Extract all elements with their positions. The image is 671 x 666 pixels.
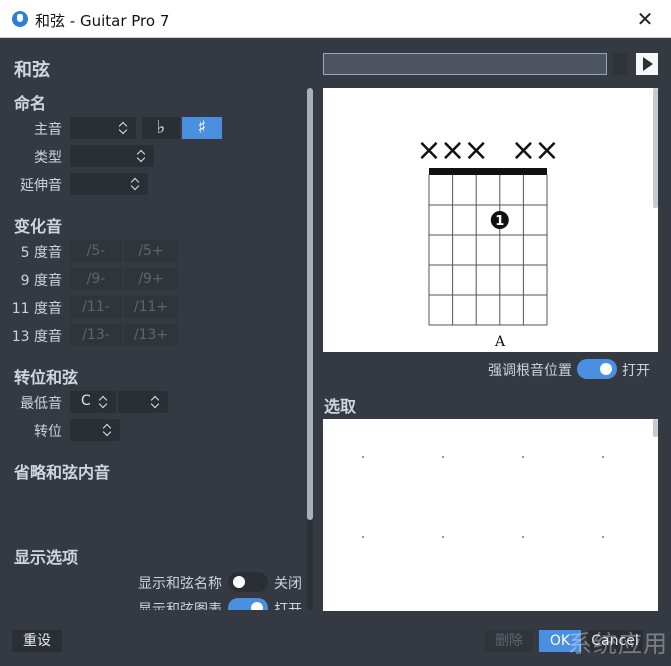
reset-button[interactable]: 重设 xyxy=(12,630,62,652)
emphasize-root-label: 强调根音位置 xyxy=(488,363,572,379)
left-scrollbar-thumb[interactable] xyxy=(307,88,313,520)
show-chord-name-toggle[interactable] xyxy=(228,572,268,592)
alteration-11-plus-button[interactable]: /11+ xyxy=(124,296,178,318)
alteration-5-minus-button[interactable]: /5- xyxy=(70,240,122,262)
muted-string-mark: × xyxy=(464,133,489,168)
grid-dot xyxy=(522,536,524,538)
updown-arrow-icon xyxy=(118,121,128,135)
chord-diagram-panel: × × × × × 1 A xyxy=(323,88,658,352)
show-chord-diagram-label: 显示和弦图表 xyxy=(138,602,222,610)
diagram-scrollbar-thumb[interactable] xyxy=(653,88,658,208)
title-bar: 和弦 - Guitar Pro 7 ✕ xyxy=(0,0,671,38)
muted-string-mark: × xyxy=(440,133,465,168)
updown-arrow-icon xyxy=(98,395,108,409)
guitar-pro-logo-icon xyxy=(12,11,28,27)
omit-section-title: 省略和弦内音 xyxy=(14,463,111,482)
show-chord-diagram-state: 打开 xyxy=(274,602,302,610)
window-title: 和弦 - Guitar Pro 7 xyxy=(35,12,170,30)
chord-dialog: 和弦 命名 主音 ♭ ♯ 类型 延伸音 变化音 5 度音 /5- /5+ 9 度… xyxy=(0,38,671,666)
grid-dot xyxy=(602,456,604,458)
sharp-button[interactable]: ♯ xyxy=(182,117,222,139)
toggle-knob xyxy=(233,576,245,588)
string-marks: ××× ×× xyxy=(416,133,559,168)
finger-marker: 1 xyxy=(490,211,509,229)
alteration-label-5: 5 度音 xyxy=(20,245,62,261)
delete-button[interactable]: 删除 xyxy=(485,630,533,652)
bass-note-select[interactable]: C xyxy=(70,391,116,413)
extension-select[interactable] xyxy=(70,173,148,195)
bass-label: 最低音 xyxy=(20,396,62,412)
root-select[interactable] xyxy=(70,117,136,139)
updown-arrow-icon xyxy=(136,149,146,163)
grid-dot xyxy=(442,456,444,458)
show-chord-name-label: 显示和弦名称 xyxy=(138,576,222,592)
emphasize-root-toggle[interactable] xyxy=(577,359,617,379)
alterations-section-title: 变化音 xyxy=(14,217,63,236)
emphasize-root-state: 打开 xyxy=(622,363,650,379)
alteration-9-plus-button[interactable]: /9+ xyxy=(124,268,178,290)
play-icon[interactable] xyxy=(636,53,658,75)
grid-dot xyxy=(602,536,604,538)
bass-note-value: C xyxy=(81,393,91,409)
updown-arrow-icon xyxy=(102,423,112,437)
naming-section-title: 命名 xyxy=(14,94,47,113)
toggle-knob xyxy=(600,363,612,375)
muted-string-mark: × xyxy=(511,133,536,168)
alteration-9-minus-button[interactable]: /9- xyxy=(70,268,122,290)
alteration-label-9: 9 度音 xyxy=(20,273,62,289)
watermark-text: 系统应用 xyxy=(568,630,668,658)
show-chord-name-state: 关闭 xyxy=(274,576,302,592)
alteration-13-minus-button[interactable]: /13- xyxy=(70,324,122,346)
extension-label: 延伸音 xyxy=(20,178,62,194)
muted-string-mark: × xyxy=(534,133,559,168)
alteration-13-plus-button[interactable]: /13+ xyxy=(124,324,178,346)
chord-diagram: ××× ×× 1 A xyxy=(416,133,559,350)
type-label: 类型 xyxy=(34,150,62,166)
finger-number: 1 xyxy=(495,214,504,229)
inversion-section-title: 转位和弦 xyxy=(14,368,79,387)
toggle-knob xyxy=(251,602,263,610)
inversion-label: 转位 xyxy=(34,424,62,440)
updown-arrow-icon xyxy=(130,177,140,191)
grid-dot xyxy=(362,536,364,538)
muted-string-mark: × xyxy=(416,133,441,168)
dialog-heading: 和弦 xyxy=(14,60,50,81)
display-section-title: 显示选项 xyxy=(14,548,79,567)
alteration-5-plus-button[interactable]: /5+ xyxy=(124,240,178,262)
preview-progress-bar[interactable] xyxy=(323,53,607,75)
left-scrollbar-track[interactable] xyxy=(307,520,313,610)
preview-separator xyxy=(613,53,627,75)
flat-button[interactable]: ♭ xyxy=(142,117,180,139)
grid-dot xyxy=(442,536,444,538)
fretboard xyxy=(428,175,548,326)
grid-dot xyxy=(522,456,524,458)
select-section-title: 选取 xyxy=(324,397,357,416)
nut xyxy=(429,168,547,175)
alteration-11-minus-button[interactable]: /11- xyxy=(70,296,122,318)
alteration-label-13: 13 度音 xyxy=(11,329,62,345)
display-options-clip: 显示和弦图表 打开 xyxy=(0,596,307,610)
inversion-select[interactable] xyxy=(70,419,120,441)
bass-accidental-select[interactable] xyxy=(118,391,168,413)
grid-dot xyxy=(362,456,364,458)
close-icon[interactable]: ✕ xyxy=(631,5,659,33)
select-scrollbar-thumb[interactable] xyxy=(653,419,658,437)
chord-select-panel[interactable] xyxy=(323,419,658,611)
updown-arrow-icon xyxy=(150,395,160,409)
show-chord-diagram-toggle[interactable] xyxy=(228,598,268,610)
alteration-label-11: 11 度音 xyxy=(11,301,62,317)
root-label: 主音 xyxy=(34,122,62,138)
chord-name: A xyxy=(494,334,506,350)
type-select[interactable] xyxy=(70,145,154,167)
